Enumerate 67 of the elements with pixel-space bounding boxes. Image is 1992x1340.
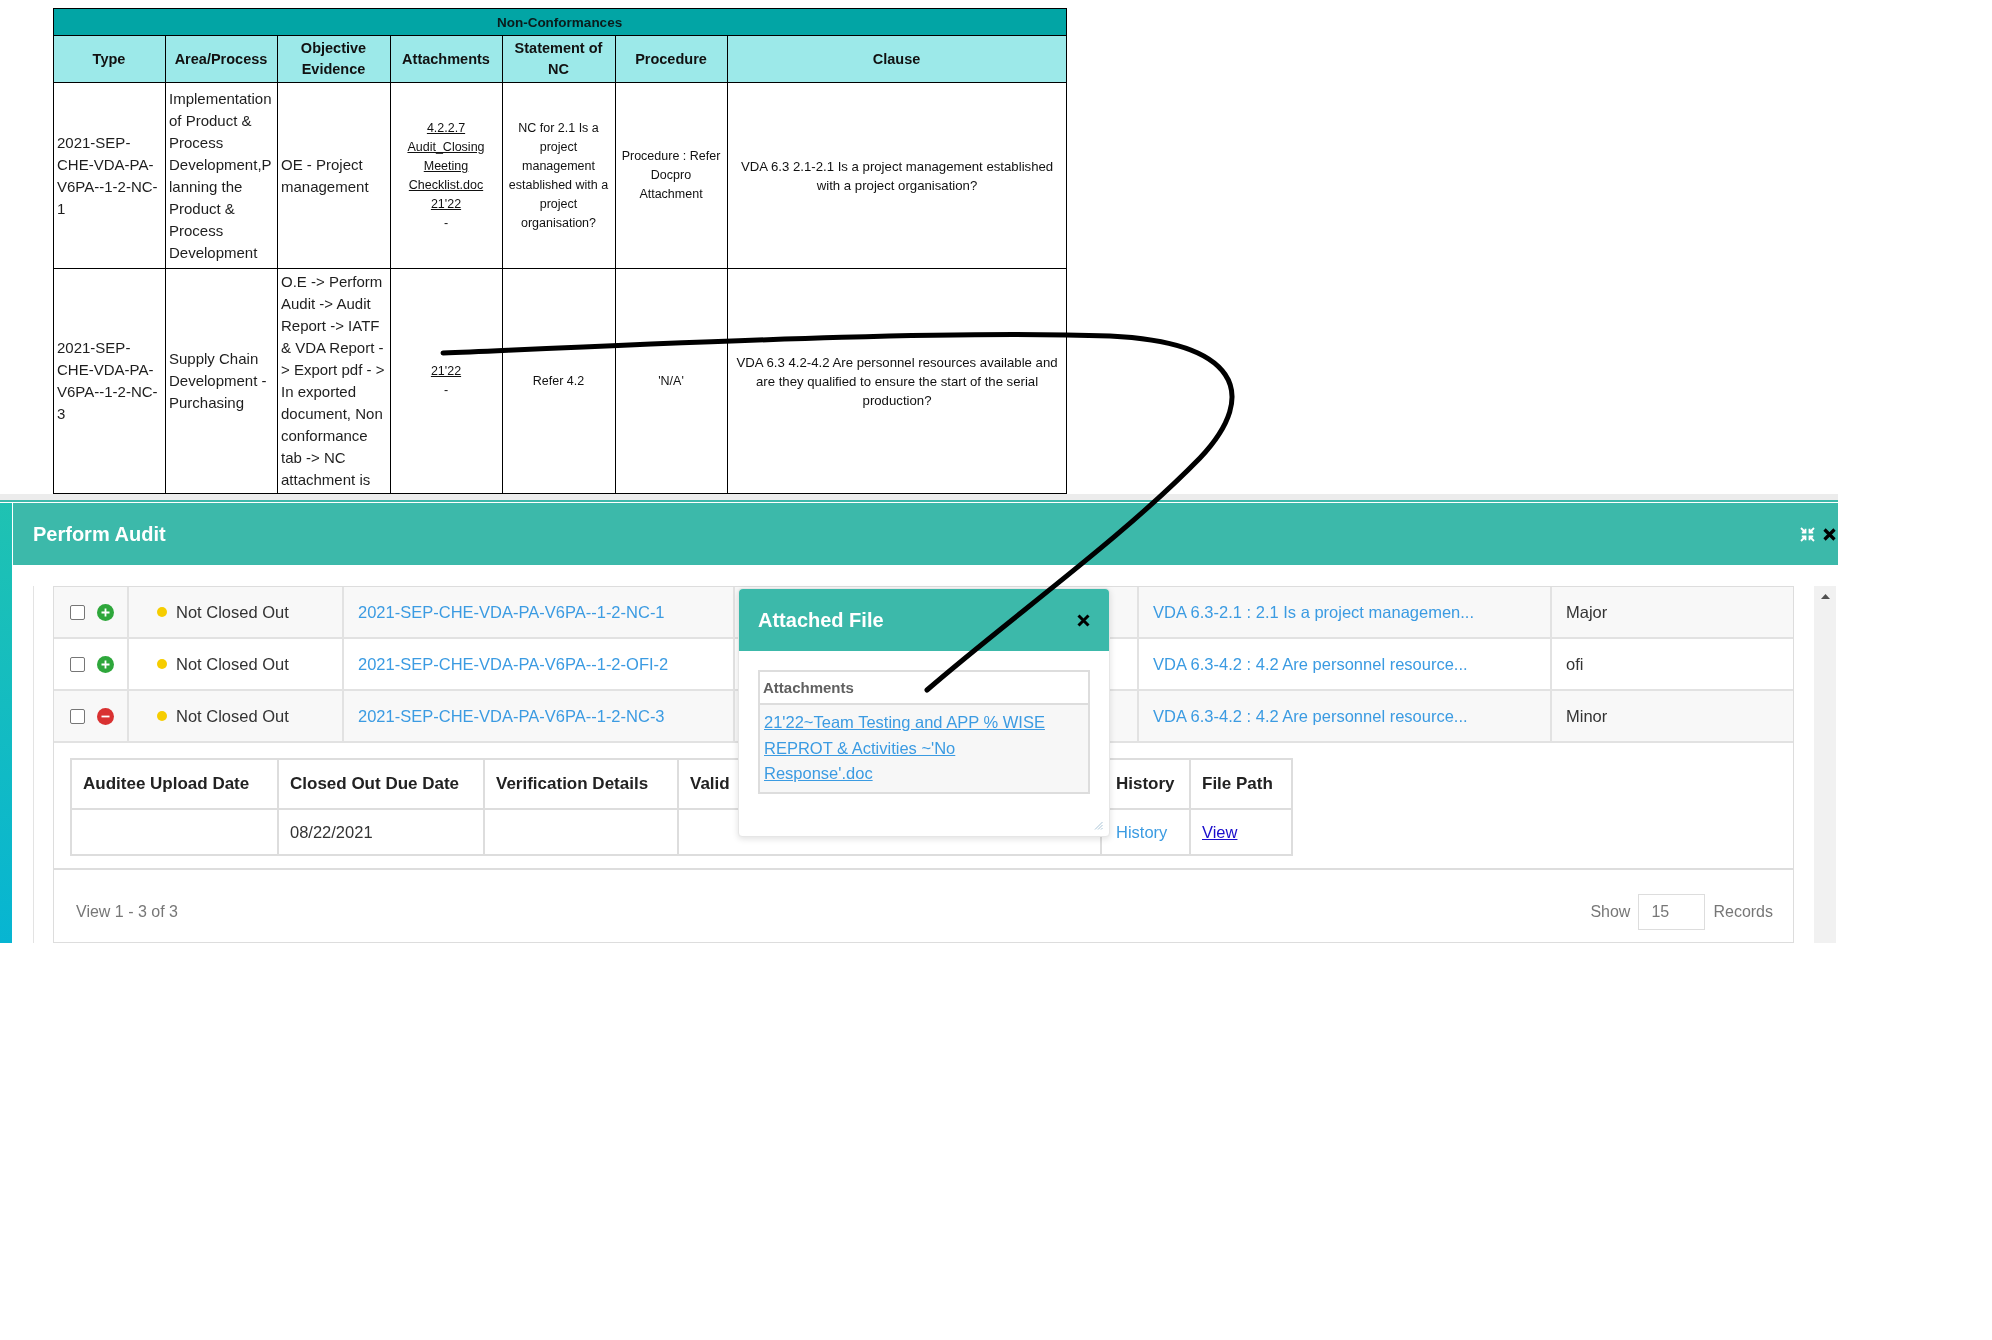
close-icon[interactable] — [1823, 527, 1836, 541]
column-header: Objective Evidence — [277, 35, 391, 83]
page-size-field[interactable]: 15 — [1638, 894, 1706, 930]
scroll-up-icon[interactable] — [1820, 594, 1830, 599]
status-text: Not Closed Out — [176, 602, 289, 622]
column-header: Valid — [690, 774, 730, 793]
severity-text: Minor — [1566, 706, 1608, 725]
table-cell: 2021-SEP-CHE-VDA-PA-V6PA--1-2-NC-1 — [53, 82, 166, 269]
finding-id-link[interactable]: 2021-SEP-CHE-VDA-PA-V6PA--1-2-NC-3 — [358, 706, 665, 725]
table-cell: Supply Chain Development - Purchasing — [165, 268, 278, 494]
clause-link[interactable]: VDA 6.3-4.2 : 4.2 Are personnel resource... — [1153, 654, 1468, 673]
attachment-link[interactable]: 21'22 — [394, 362, 498, 381]
finding-id-link[interactable]: 2021-SEP-CHE-VDA-PA-V6PA--1-2-NC-1 — [358, 602, 665, 621]
table-cell: Refer 4.2 — [502, 268, 616, 494]
plus-icon[interactable] — [97, 655, 114, 673]
table-cell: O.E -> Perform Audit -> Audit Report -> IATF & VDA Report - > Export pdf - > In exported document, Non conformance tab -> NC attachment is — [277, 268, 391, 494]
table-cell: NC for 2.1 Is a project management established with a project organisation? — [502, 82, 616, 269]
status-dot-icon — [157, 659, 167, 669]
resize-grip-icon[interactable] — [1094, 821, 1103, 830]
view-link[interactable]: View — [1202, 822, 1238, 841]
file-link[interactable]: 21'22~Team Testing and APP % WISE REPROT & Activities ~'No Response'.doc — [764, 710, 1057, 787]
table-cell: VDA 6.3 4.2-4.2 Are personnel resources available and are they qualified to ensure the start of the serial production? — [727, 268, 1067, 494]
cell-text: 08/22/2021 — [290, 822, 373, 841]
compress-icon[interactable] — [1800, 526, 1815, 542]
attachment-link[interactable]: 21'22 — [394, 194, 498, 214]
severity-text: ofi — [1566, 654, 1584, 673]
table-cell: 'N/A' — [615, 268, 728, 494]
table-cell: Implementation of Product & Process Development,Planning the Product & Process Development — [165, 82, 278, 269]
show-label: Show — [1590, 903, 1631, 921]
table-title: Non-Conformances — [53, 8, 1067, 36]
table-cell: Procedure : Refer Docpro Attachment — [615, 82, 728, 269]
column-header: Area/Process — [165, 35, 278, 83]
pager-summary: View 1 - 3 of 3 — [76, 903, 178, 921]
severity-text: Major — [1566, 602, 1608, 621]
table-cell: OE - Project management — [277, 82, 391, 269]
column-header: Auditee Upload Date — [83, 774, 250, 793]
column-header: Attachments — [390, 35, 503, 83]
attachment-link[interactable]: 4.2.2.7 Audit_Closing Meeting Checklist.doc — [394, 118, 498, 195]
status-dot-icon — [157, 607, 167, 617]
checkbox[interactable] — [70, 656, 85, 672]
status-text: Not Closed Out — [176, 654, 289, 674]
finding-id-link[interactable]: 2021-SEP-CHE-VDA-PA-V6PA--1-2-OFI-2 — [358, 654, 669, 673]
checkbox[interactable] — [70, 708, 85, 724]
column-header: Statement of NC — [502, 35, 616, 83]
records-label: Records — [1713, 903, 1773, 921]
minus-icon[interactable] — [97, 707, 114, 725]
clause-link[interactable]: VDA 6.3-2.1 : 2.1 Is a project managemen... — [1153, 602, 1474, 621]
column-header: Procedure — [615, 35, 728, 83]
scrollbar[interactable] — [1814, 586, 1836, 943]
table-cell: VDA 6.3 2.1-2.1 Is a project management established with a project organisation? — [727, 82, 1067, 269]
column-header: Type — [53, 35, 166, 83]
column-header: Clause — [727, 35, 1067, 83]
column-header: History — [1116, 774, 1175, 793]
status-text: Not Closed Out — [176, 706, 289, 726]
column-header: Closed Out Due Date — [290, 774, 460, 793]
table-cell: 2021-SEP-CHE-VDA-PA-V6PA--1-2-NC-3 — [53, 268, 166, 494]
checkbox[interactable] — [70, 604, 85, 620]
column-header: File Path — [1202, 774, 1273, 793]
dash-text: - — [442, 382, 450, 399]
clause-link[interactable]: VDA 6.3-4.2 : 4.2 Are personnel resource... — [1153, 706, 1468, 725]
close-icon[interactable] — [1077, 613, 1090, 627]
popup-title: Attached File — [758, 608, 884, 632]
plus-icon[interactable] — [97, 603, 114, 621]
status-dot-icon — [157, 711, 167, 721]
column-header: Verification Details — [496, 774, 649, 793]
dash-text: - — [442, 214, 450, 232]
dialog-title: Perform Audit — [33, 522, 166, 546]
